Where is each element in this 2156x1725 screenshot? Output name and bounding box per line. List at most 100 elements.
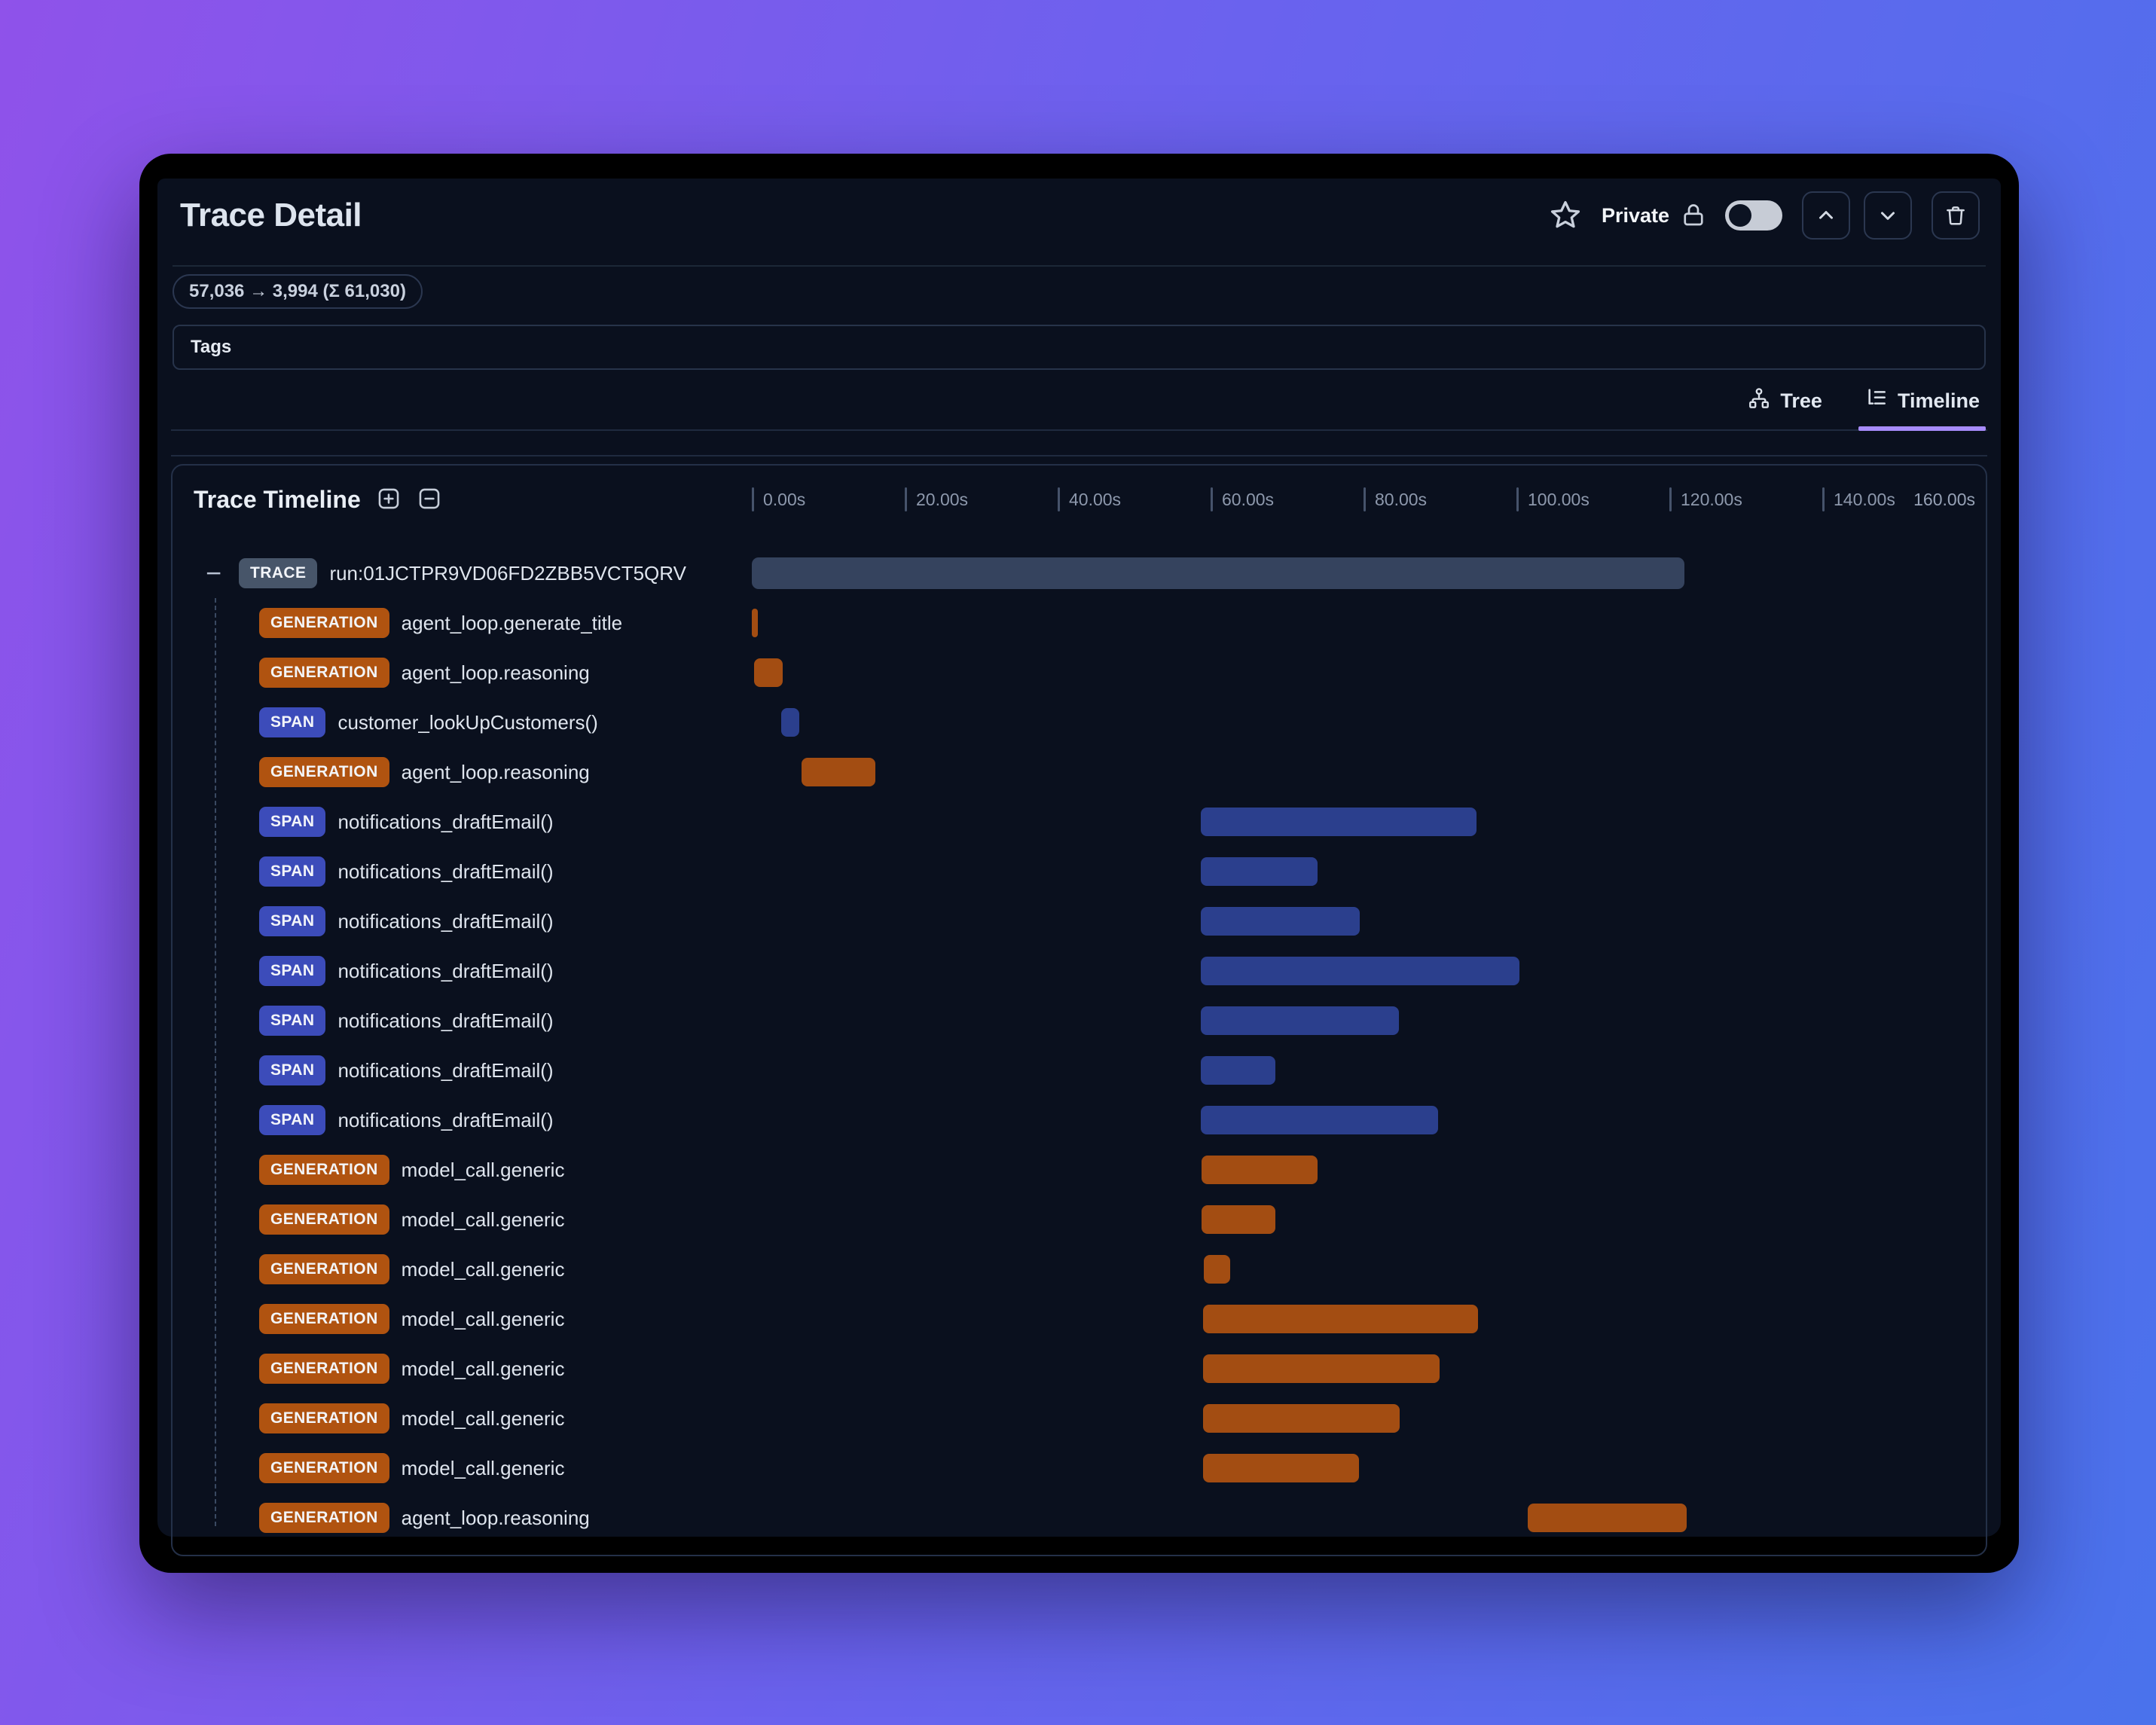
row-label[interactable]: SPAN notifications_draftEmail() [173,906,752,936]
timeline-row[interactable]: GENERATION model_call.generic [173,1195,1975,1244]
row-label[interactable]: SPAN notifications_draftEmail() [173,956,752,986]
expand-all-button[interactable] [376,486,402,514]
timeline-bar[interactable] [754,658,783,687]
tab-tree[interactable]: Tree [1744,386,1825,429]
row-label[interactable]: GENERATION model_call.generic [173,1403,752,1433]
row-name: notifications_draftEmail() [337,810,554,833]
timeline-row[interactable]: GENERATION agent_loop.reasoning [173,648,1975,698]
row-label[interactable]: GENERATION agent_loop.reasoning [173,658,752,688]
timeline-row[interactable]: GENERATION model_call.generic [173,1344,1975,1394]
row-type-badge: GENERATION [259,1354,389,1384]
timeline-bar[interactable] [1202,1354,1440,1383]
collapse-icon[interactable]: − [206,560,227,587]
row-label[interactable]: GENERATION model_call.generic [173,1354,752,1384]
row-chart [752,1294,1975,1344]
tab-timeline[interactable]: Timeline [1858,386,1987,431]
timeline-bar[interactable] [1200,957,1520,985]
tick-mark [1211,487,1213,511]
row-chart [752,1095,1975,1145]
timeline-bar[interactable] [1202,1454,1359,1482]
timeline-bar[interactable] [801,758,876,786]
row-label[interactable]: SPAN notifications_draftEmail() [173,856,752,887]
privacy-toggle[interactable] [1725,200,1782,231]
timeline-row[interactable]: − TRACE run:01JCTPR9VD06FD2ZBB5VCT5QRV [173,548,1975,598]
toggle-knob [1729,204,1751,227]
header: Trace Detail Private [171,179,1987,265]
row-label[interactable]: GENERATION agent_loop.reasoning [173,757,752,787]
timeline-bar[interactable] [1200,1006,1399,1035]
token-usage-badge[interactable]: 57,036 → 3,994 (Σ 61,030) [173,274,423,309]
prev-observation-button[interactable] [1802,191,1850,240]
timeline-row[interactable]: SPAN notifications_draftEmail() [173,946,1975,996]
timeline-bar[interactable] [1202,1305,1479,1333]
timeline-bar[interactable] [1200,907,1360,936]
timeline-bar[interactable] [1200,808,1477,836]
row-label[interactable]: SPAN notifications_draftEmail() [173,1055,752,1085]
timeline-row[interactable]: SPAN customer_lookUpCustomers() [173,698,1975,747]
row-chart [752,548,1975,598]
timeline-bar[interactable] [1200,857,1318,886]
axis-tick: 100.00s [1516,481,1590,518]
timeline-bar[interactable] [1200,1106,1439,1134]
row-type-badge: SPAN [259,856,326,887]
star-icon[interactable] [1549,199,1582,232]
row-label[interactable]: GENERATION model_call.generic [173,1204,752,1235]
row-name: notifications_draftEmail() [337,909,554,933]
row-label[interactable]: GENERATION model_call.generic [173,1254,752,1284]
timeline-row[interactable]: GENERATION agent_loop.generate_title [173,598,1975,648]
timeline-bar[interactable] [1528,1504,1687,1532]
tick-mark [1364,487,1366,511]
timeline-row[interactable]: GENERATION model_call.generic [173,1244,1975,1294]
collapse-all-button[interactable] [417,486,442,514]
timeline-row[interactable]: GENERATION model_call.generic [173,1443,1975,1493]
row-name: model_call.generic [401,1406,565,1430]
row-type-badge: GENERATION [259,1453,389,1483]
timeline-rows: − TRACE run:01JCTPR9VD06FD2ZBB5VCT5QRV G… [173,526,1986,1555]
timeline-bar[interactable] [1201,1205,1276,1234]
timeline-bar[interactable] [752,557,1685,589]
nav-buttons [1802,191,1912,240]
timeline-bar[interactable] [1201,1156,1318,1184]
timeline-bar[interactable] [780,708,799,737]
row-label[interactable]: GENERATION agent_loop.reasoning [173,1503,752,1533]
timeline-row[interactable]: GENERATION model_call.generic [173,1394,1975,1443]
row-type-badge: GENERATION [259,1155,389,1185]
row-type-badge: GENERATION [259,1254,389,1284]
row-label[interactable]: SPAN notifications_draftEmail() [173,807,752,837]
row-label[interactable]: SPAN notifications_draftEmail() [173,1105,752,1135]
row-label[interactable]: GENERATION model_call.generic [173,1453,752,1483]
minus-square-icon [417,486,442,514]
timeline-bar[interactable] [1202,1404,1400,1433]
delete-trace-button[interactable] [1932,191,1980,240]
trace-timeline-card: Trace Timeline 160.00s 0.00s 20.00s 40.0… [171,464,1987,1556]
row-label[interactable]: GENERATION model_call.generic [173,1304,752,1334]
timeline-row[interactable]: SPAN notifications_draftEmail() [173,896,1975,946]
timeline-bar[interactable] [1200,1056,1276,1085]
timeline-row[interactable]: SPAN notifications_draftEmail() [173,996,1975,1046]
row-label[interactable]: GENERATION model_call.generic [173,1155,752,1185]
timeline-row[interactable]: GENERATION agent_loop.reasoning [173,1493,1975,1543]
timeline-bar[interactable] [752,609,759,637]
timeline-row[interactable]: GENERATION model_call.generic [173,1145,1975,1195]
axis-tick: 40.00s [1058,481,1121,518]
row-label[interactable]: SPAN notifications_draftEmail() [173,1006,752,1036]
timeline-bar[interactable] [1203,1255,1231,1284]
timeline-row[interactable]: SPAN notifications_draftEmail() [173,797,1975,847]
timeline-row[interactable]: SPAN notifications_draftEmail() [173,847,1975,896]
row-chart [752,698,1975,747]
row-chart [752,946,1975,996]
row-label[interactable]: SPAN customer_lookUpCustomers() [173,707,752,737]
row-name: agent_loop.reasoning [401,1506,590,1529]
timeline-row[interactable]: GENERATION model_call.generic [173,1294,1975,1344]
axis-tick: 140.00s [1822,481,1895,518]
row-label[interactable]: − TRACE run:01JCTPR9VD06FD2ZBB5VCT5QRV [173,558,752,588]
row-label[interactable]: GENERATION agent_loop.generate_title [173,608,752,638]
timeline-row[interactable]: GENERATION agent_loop.reasoning [173,747,1975,797]
timeline-row[interactable]: SPAN notifications_draftEmail() [173,1095,1975,1145]
row-name: model_call.generic [401,1208,565,1231]
timeline-row[interactable]: SPAN notifications_draftEmail() [173,1046,1975,1095]
next-observation-button[interactable] [1864,191,1912,240]
tags-box[interactable]: Tags [173,325,1986,370]
row-chart [752,1195,1975,1244]
axis-end-label: 160.00s [1913,489,1975,509]
